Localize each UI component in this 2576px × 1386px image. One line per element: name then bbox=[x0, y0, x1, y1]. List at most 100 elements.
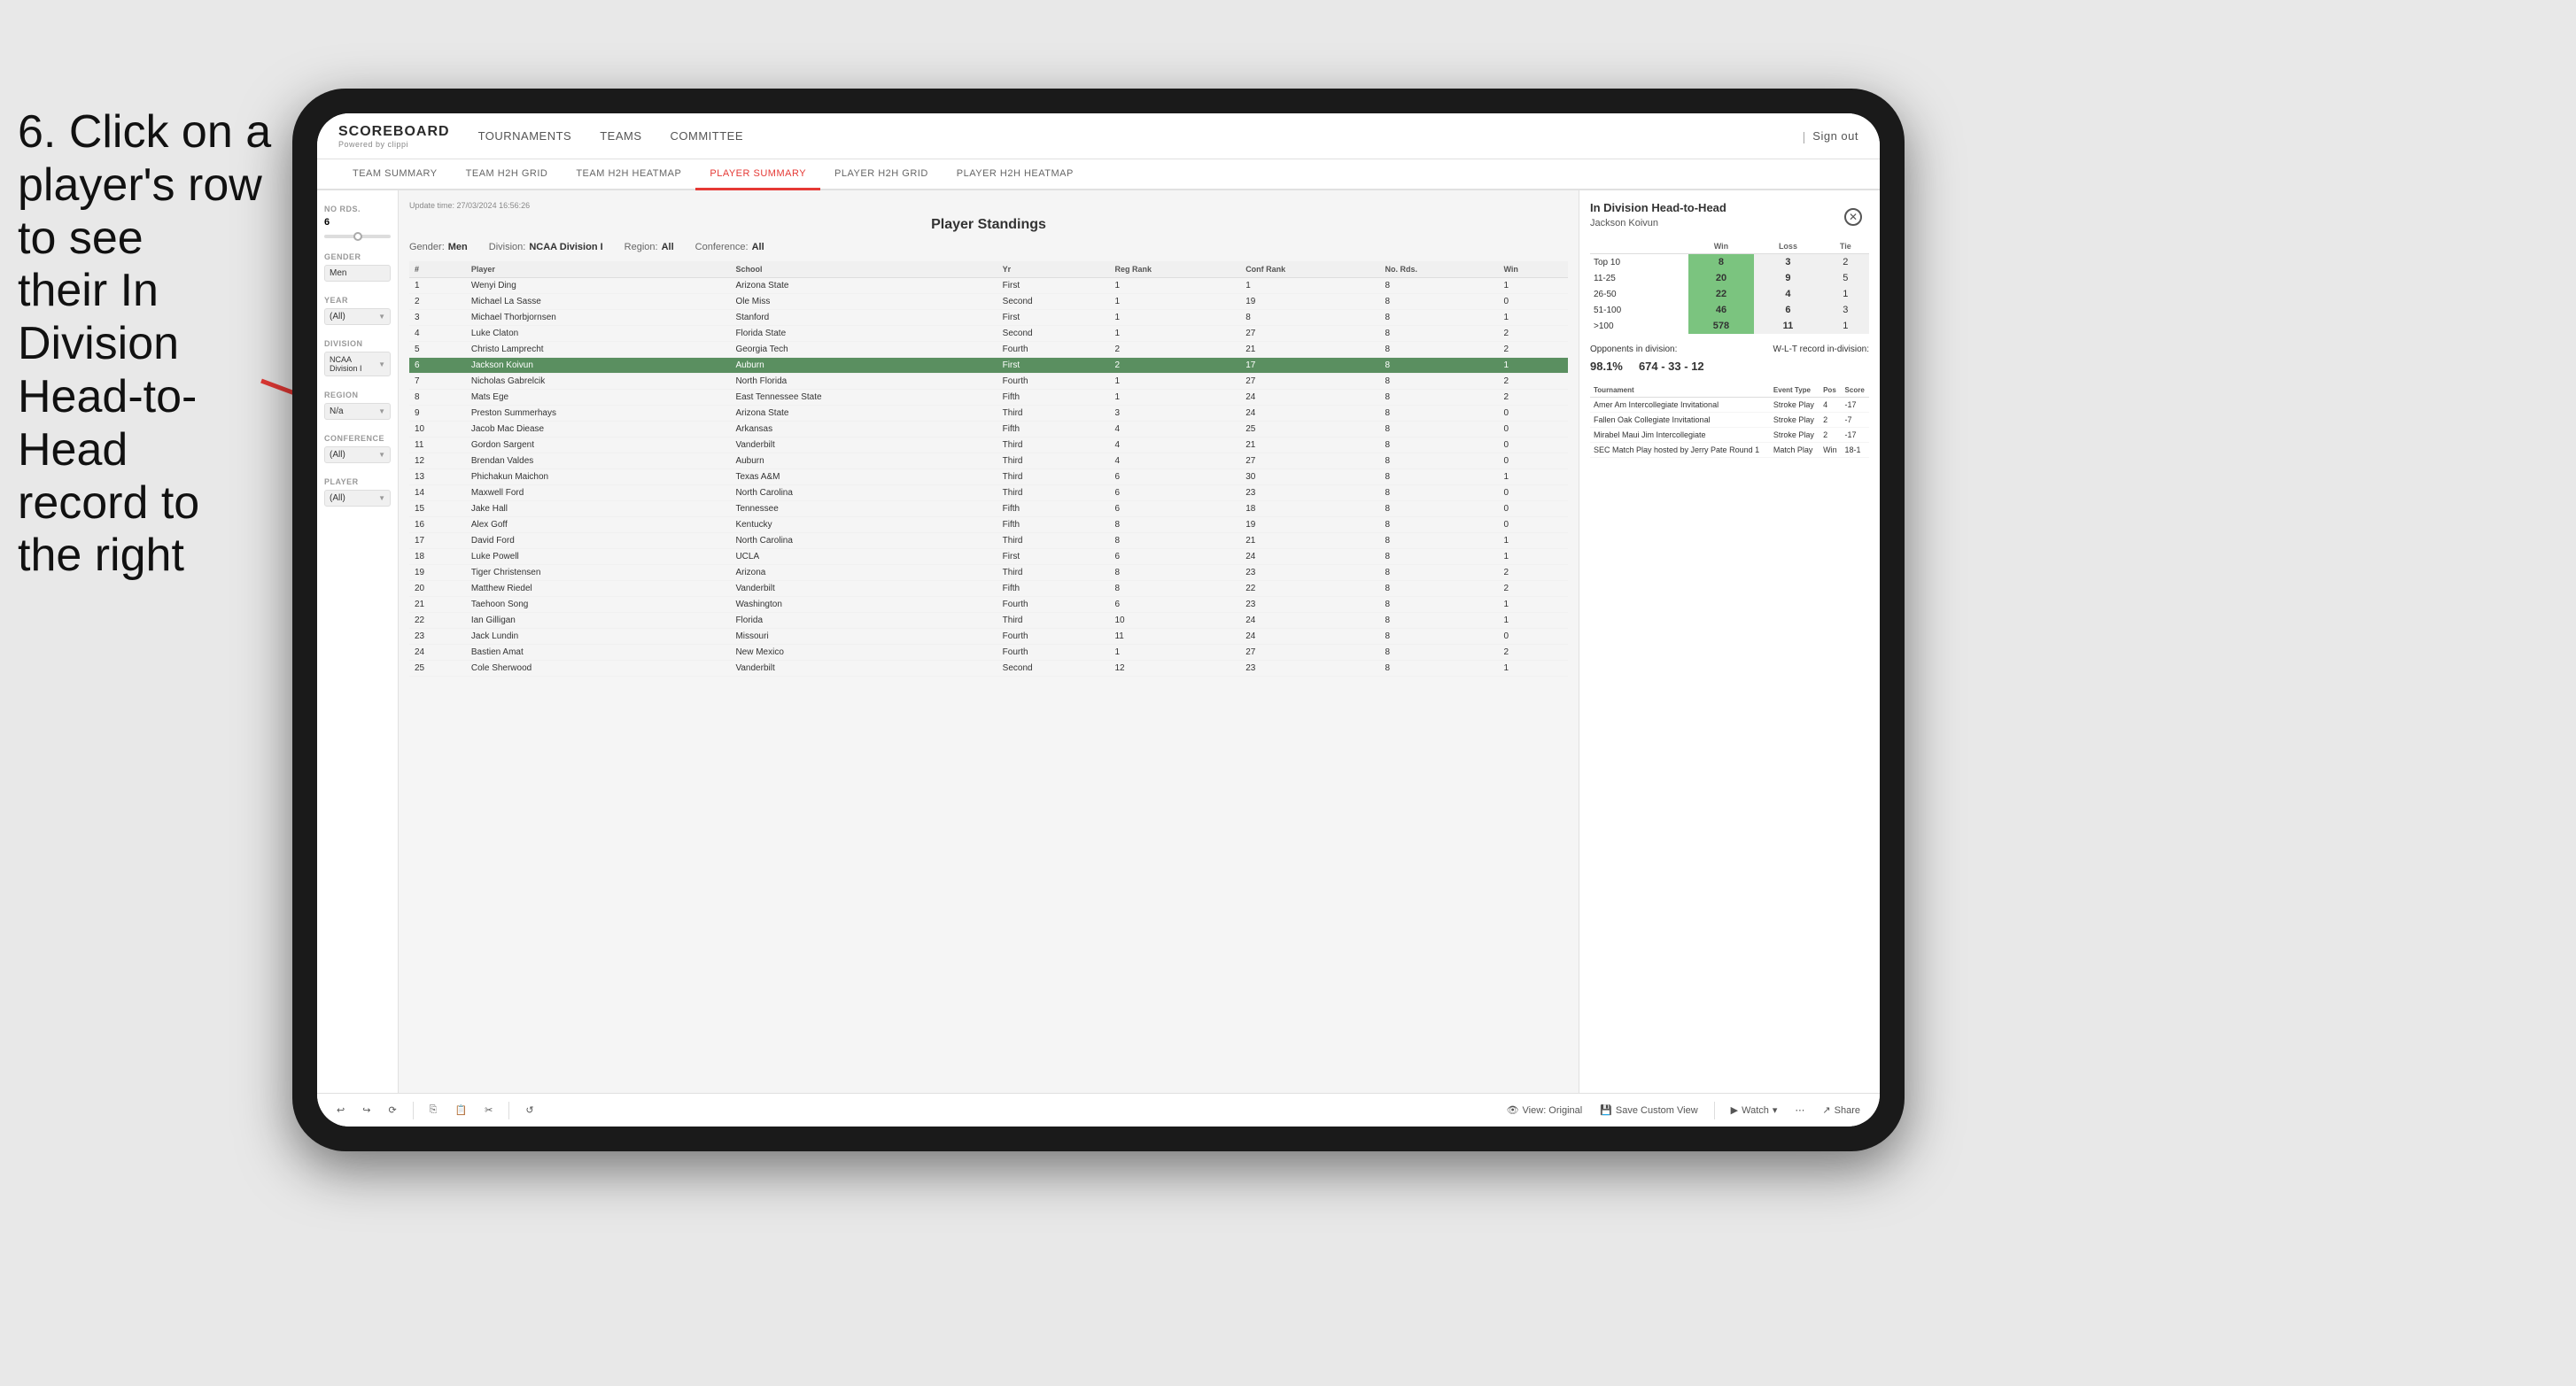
cell-rds: 8 bbox=[1380, 469, 1499, 485]
cell-yr: Third bbox=[997, 485, 1110, 501]
wlt-col-win: Win bbox=[1688, 239, 1755, 254]
cell-conf: 27 bbox=[1240, 645, 1379, 661]
cell-player: Christo Lamprecht bbox=[466, 342, 731, 358]
cell-school: Auburn bbox=[730, 453, 997, 469]
table-row[interactable]: 17 David Ford North Carolina Third 8 21 … bbox=[409, 533, 1568, 549]
table-row[interactable]: 7 Nicholas Gabrelcik North Florida Fourt… bbox=[409, 374, 1568, 390]
table-row[interactable]: 15 Jake Hall Tennessee Fifth 6 18 8 0 bbox=[409, 501, 1568, 517]
table-row[interactable]: 6 Jackson Koivun Auburn First 2 17 8 1 bbox=[409, 358, 1568, 374]
table-row[interactable]: 18 Luke Powell UCLA First 6 24 8 1 bbox=[409, 549, 1568, 565]
table-row[interactable]: 13 Phichakun Maichon Texas A&M Third 6 3… bbox=[409, 469, 1568, 485]
tourn-name: Mirabel Maui Jim Intercollegiate bbox=[1590, 428, 1770, 443]
tourn-type: Stroke Play bbox=[1770, 398, 1819, 413]
table-row[interactable]: 24 Bastien Amat New Mexico Fourth 1 27 8… bbox=[409, 645, 1568, 661]
table-row[interactable]: 3 Michael Thorbjornsen Stanford First 1 … bbox=[409, 310, 1568, 326]
table-row[interactable]: 8 Mats Ege East Tennessee State Fifth 1 … bbox=[409, 390, 1568, 406]
save-custom-button[interactable]: 💾 Save Custom View bbox=[1594, 1101, 1703, 1119]
table-row[interactable]: 12 Brendan Valdes Auburn Third 4 27 8 0 bbox=[409, 453, 1568, 469]
sub-nav-team-summary[interactable]: TEAM SUMMARY bbox=[338, 159, 452, 190]
redo2-button[interactable]: ⟳ bbox=[383, 1101, 401, 1119]
sub-nav-player-h2h-heatmap[interactable]: PLAYER H2H HEATMAP bbox=[943, 159, 1088, 190]
h2h-close-button[interactable]: ✕ bbox=[1844, 208, 1862, 226]
col-player: Player bbox=[466, 261, 731, 278]
no-rds-label: No Rds. bbox=[324, 205, 391, 213]
cell-reg: 4 bbox=[1109, 453, 1240, 469]
watch-button[interactable]: ▶ Watch ▾ bbox=[1726, 1101, 1783, 1119]
conference-section: Conference (All) ▼ bbox=[324, 434, 391, 463]
refresh-button[interactable]: ↺ bbox=[520, 1101, 539, 1119]
cell-yr: Third bbox=[997, 613, 1110, 629]
table-row[interactable]: 11 Gordon Sargent Vanderbilt Third 4 21 … bbox=[409, 437, 1568, 453]
table-row[interactable]: 21 Taehoon Song Washington Fourth 6 23 8… bbox=[409, 597, 1568, 613]
table-row[interactable]: 5 Christo Lamprecht Georgia Tech Fourth … bbox=[409, 342, 1568, 358]
region-select[interactable]: N/a ▼ bbox=[324, 403, 391, 420]
cell-yr: First bbox=[997, 310, 1110, 326]
cell-rds: 8 bbox=[1380, 597, 1499, 613]
paste-button[interactable]: 📋 bbox=[449, 1101, 472, 1119]
cell-yr: Third bbox=[997, 453, 1110, 469]
cell-player: Mats Ege bbox=[466, 390, 731, 406]
conference-select[interactable]: (All) ▼ bbox=[324, 446, 391, 463]
nav-teams[interactable]: TEAMS bbox=[600, 126, 641, 146]
copy-button[interactable]: ⎘ bbox=[424, 1101, 443, 1119]
undo-button[interactable]: ↩ bbox=[331, 1101, 350, 1119]
cell-reg: 2 bbox=[1109, 342, 1240, 358]
sub-nav-team-h2h-heatmap[interactable]: TEAM H2H HEATMAP bbox=[562, 159, 695, 190]
share-button[interactable]: ↗ Share bbox=[1817, 1101, 1866, 1119]
table-row[interactable]: 4 Luke Claton Florida State Second 1 27 … bbox=[409, 326, 1568, 342]
wlt-range: 11-25 bbox=[1590, 270, 1688, 286]
tournament-row: Mirabel Maui Jim Intercollegiate Stroke … bbox=[1590, 428, 1869, 443]
cell-player: Jacob Mac Diease bbox=[466, 422, 731, 437]
division-select[interactable]: NCAA Division I ▼ bbox=[324, 352, 391, 376]
logo-title: SCOREBOARD bbox=[338, 124, 450, 140]
toolbar-divider-1 bbox=[413, 1102, 414, 1119]
cell-num: 8 bbox=[409, 390, 466, 406]
table-row[interactable]: 23 Jack Lundin Missouri Fourth 11 24 8 0 bbox=[409, 629, 1568, 645]
table-row[interactable]: 10 Jacob Mac Diease Arkansas Fifth 4 25 … bbox=[409, 422, 1568, 437]
cell-player: Cole Sherwood bbox=[466, 661, 731, 677]
cell-yr: Third bbox=[997, 533, 1110, 549]
cell-rds: 8 bbox=[1380, 406, 1499, 422]
cell-rds: 8 bbox=[1380, 629, 1499, 645]
panel-title: Player Standings bbox=[409, 217, 1568, 233]
tourn-score: -7 bbox=[1842, 413, 1869, 428]
cell-yr: Fourth bbox=[997, 629, 1110, 645]
wlt-win: 578 bbox=[1688, 318, 1755, 334]
wlt-tie: 1 bbox=[1822, 318, 1869, 334]
table-row[interactable]: 2 Michael La Sasse Ole Miss Second 1 19 … bbox=[409, 294, 1568, 310]
nav-tournaments[interactable]: TOURNAMENTS bbox=[478, 126, 572, 146]
table-row[interactable]: 25 Cole Sherwood Vanderbilt Second 12 23… bbox=[409, 661, 1568, 677]
cell-conf: 24 bbox=[1240, 406, 1379, 422]
cell-yr: Third bbox=[997, 437, 1110, 453]
gender-select[interactable]: Men bbox=[324, 265, 391, 282]
player-select[interactable]: (All) ▼ bbox=[324, 490, 391, 507]
table-row[interactable]: 14 Maxwell Ford North Carolina Third 6 2… bbox=[409, 485, 1568, 501]
table-row[interactable]: 22 Ian Gilligan Florida Third 10 24 8 1 bbox=[409, 613, 1568, 629]
cell-conf: 21 bbox=[1240, 533, 1379, 549]
sub-nav-player-summary[interactable]: PLAYER SUMMARY bbox=[695, 159, 820, 190]
cell-conf: 22 bbox=[1240, 581, 1379, 597]
cell-player: Maxwell Ford bbox=[466, 485, 731, 501]
scissors-button[interactable]: ✂ bbox=[479, 1101, 498, 1119]
table-row[interactable]: 16 Alex Goff Kentucky Fifth 8 19 8 0 bbox=[409, 517, 1568, 533]
year-select[interactable]: (All) ▼ bbox=[324, 308, 391, 325]
col-win: Win bbox=[1498, 261, 1568, 278]
no-rds-slider[interactable] bbox=[324, 235, 391, 238]
sign-out-button[interactable]: Sign out bbox=[1812, 126, 1858, 146]
filters-row: Gender: Men Division: NCAA Division I Re… bbox=[409, 242, 1568, 252]
table-row[interactable]: 1 Wenyi Ding Arizona State First 1 1 8 1 bbox=[409, 278, 1568, 294]
table-row[interactable]: 20 Matthew Riedel Vanderbilt Fifth 8 22 … bbox=[409, 581, 1568, 597]
cell-player: Jake Hall bbox=[466, 501, 731, 517]
cell-rds: 8 bbox=[1380, 453, 1499, 469]
cell-reg: 1 bbox=[1109, 278, 1240, 294]
nav-committee[interactable]: COMMITTEE bbox=[671, 126, 744, 146]
more-options-button[interactable]: ⋯ bbox=[1789, 1101, 1810, 1119]
wlt-tie: 1 bbox=[1822, 286, 1869, 302]
sub-nav-team-h2h-grid[interactable]: TEAM H2H GRID bbox=[452, 159, 563, 190]
table-row[interactable]: 9 Preston Summerhays Arizona State Third… bbox=[409, 406, 1568, 422]
view-original-button[interactable]: 👁 View: Original bbox=[1501, 1101, 1588, 1119]
sub-nav-player-h2h-grid[interactable]: PLAYER H2H GRID bbox=[820, 159, 943, 190]
redo-button[interactable]: ↪ bbox=[357, 1101, 376, 1119]
table-row[interactable]: 19 Tiger Christensen Arizona Third 8 23 … bbox=[409, 565, 1568, 581]
cell-yr: Fifth bbox=[997, 422, 1110, 437]
